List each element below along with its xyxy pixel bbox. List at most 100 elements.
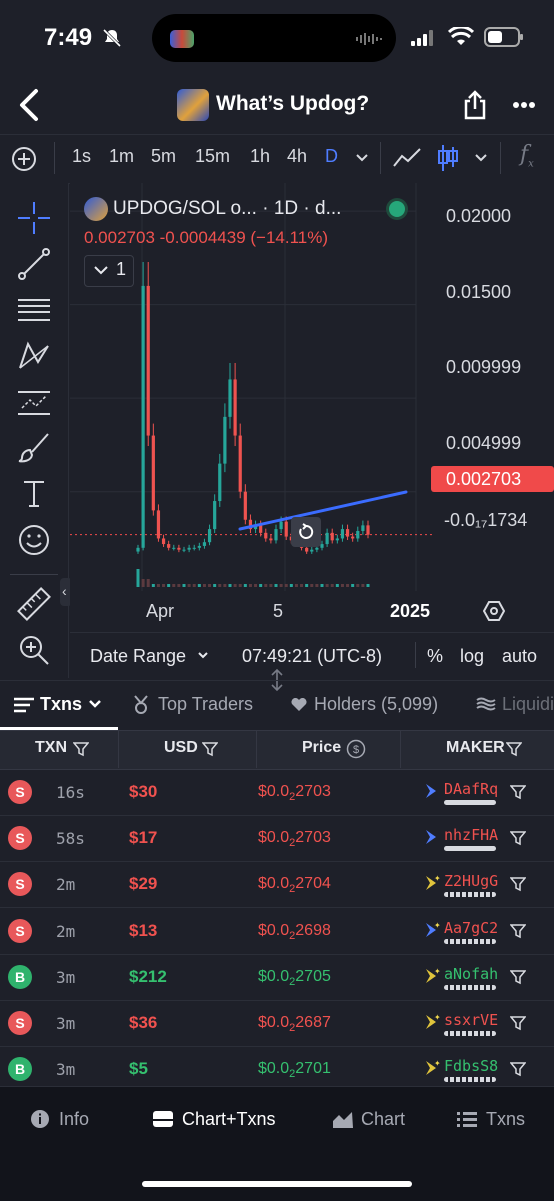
indicators-fx-icon[interactable]: fx: [520, 142, 534, 169]
back-chevron-icon[interactable]: [14, 88, 44, 122]
filter-icon[interactable]: [202, 741, 218, 757]
maker-address[interactable]: Aa7gC2: [444, 919, 498, 937]
nav-chart-txns[interactable]: Chart+Txns: [182, 1109, 276, 1130]
maker-address[interactable]: ssxrVE: [444, 1011, 498, 1029]
chevron-down-icon[interactable]: [355, 153, 369, 163]
timeframe-4h[interactable]: 4h: [287, 146, 307, 167]
crosshair-icon[interactable]: [16, 200, 52, 236]
volume-bar: [182, 584, 186, 587]
percent-toggle[interactable]: %: [427, 646, 443, 667]
candles-icon[interactable]: [437, 143, 459, 173]
volume-bar: [305, 584, 309, 587]
pattern-icon[interactable]: [16, 338, 52, 374]
volume-bar: [202, 584, 206, 587]
col-header-price: Price: [302, 739, 342, 756]
timeframe-5m[interactable]: 5m: [151, 146, 176, 167]
status-clock: 7:49: [44, 24, 93, 51]
currency-toggle-icon[interactable]: $: [346, 739, 366, 759]
chart-clock[interactable]: 07:49:21 (UTC-8): [242, 646, 382, 667]
candle: [213, 501, 217, 530]
filter-icon[interactable]: [510, 876, 526, 892]
symbol-title[interactable]: UPDOG/SOL o... · 1D · d...: [113, 198, 341, 220]
maker-address[interactable]: aNofah: [444, 965, 498, 983]
zoom-in-icon[interactable]: [16, 632, 52, 668]
volume-bar: [279, 584, 283, 587]
trend-line-icon[interactable]: [16, 246, 52, 282]
volume-bar: [228, 584, 232, 587]
candle: [223, 416, 227, 464]
tab-liquidity[interactable]: Liquidity: [502, 694, 554, 715]
price-chart[interactable]: [70, 183, 554, 632]
maker-wallet-icon: [426, 784, 436, 798]
timeframe-1h[interactable]: 1h: [250, 146, 270, 167]
maker-address[interactable]: Z2HUgG: [444, 872, 498, 890]
ruler-icon[interactable]: [16, 586, 52, 622]
page-title: What’s Updog?: [216, 92, 370, 115]
share-icon[interactable]: [462, 90, 488, 120]
brush-icon[interactable]: [16, 430, 52, 466]
maker-address[interactable]: DAafRq: [444, 780, 498, 798]
txn-type-badge: S: [8, 780, 32, 804]
token-avatar: [177, 89, 209, 121]
line-chart-icon[interactable]: [393, 146, 421, 170]
filter-icon[interactable]: [510, 1015, 526, 1031]
filter-icon[interactable]: [510, 969, 526, 985]
timeframe-1m[interactable]: 1m: [109, 146, 134, 167]
candle: [330, 532, 334, 541]
date-range-button[interactable]: Date Range: [90, 646, 186, 667]
tab-top-traders[interactable]: Top Traders: [158, 694, 253, 715]
add-icon[interactable]: [11, 146, 37, 172]
home-indicator: [142, 1181, 412, 1187]
text-tool-icon[interactable]: [16, 476, 52, 512]
log-toggle[interactable]: log: [460, 646, 484, 667]
volume-bar: [361, 584, 365, 587]
indicators-toggle[interactable]: [84, 255, 134, 287]
nav-info[interactable]: Info: [59, 1109, 89, 1130]
candle: [320, 544, 324, 548]
txn-price: $0.022703: [258, 783, 331, 804]
candle: [141, 285, 145, 548]
maker-wallet-icon: ✦: [426, 1013, 440, 1029]
maker-address[interactable]: FdbsS8: [444, 1057, 498, 1075]
candle: [182, 549, 186, 551]
timeframe-1s[interactable]: 1s: [72, 146, 91, 167]
volume-bar: [213, 584, 217, 587]
candle: [264, 532, 268, 539]
candle: [177, 547, 181, 550]
x-tick: Apr: [146, 601, 175, 621]
filter-icon[interactable]: [510, 1061, 526, 1077]
filter-icon[interactable]: [73, 741, 89, 757]
filter-icon[interactable]: [510, 830, 526, 846]
maker-holdings-bar: [444, 846, 496, 852]
volume-bar: [325, 584, 329, 587]
more-icon[interactable]: [512, 100, 536, 110]
live-status-dot: [389, 201, 405, 217]
timeframe-d[interactable]: D: [325, 146, 338, 167]
svg-text:✦: ✦: [434, 921, 440, 930]
nav-chart[interactable]: Chart: [361, 1109, 405, 1130]
txn-price: $0.022703: [258, 829, 331, 850]
filter-icon[interactable]: [510, 784, 526, 800]
chevron-down-icon[interactable]: [474, 153, 488, 163]
fib-lines-icon[interactable]: [16, 292, 52, 328]
txn-price: $0.022687: [258, 1014, 331, 1035]
prediction-icon[interactable]: [16, 384, 52, 420]
divider: [500, 142, 501, 174]
auto-toggle[interactable]: auto: [502, 646, 537, 667]
tab-txns[interactable]: Txns: [40, 694, 82, 715]
divider: [256, 731, 257, 768]
nav-txns[interactable]: Txns: [486, 1109, 525, 1130]
volume-bar: [248, 584, 252, 587]
emoji-icon[interactable]: [16, 522, 52, 558]
y-tick: -0.0₁₇1734: [444, 510, 528, 530]
filter-icon[interactable]: [510, 923, 526, 939]
maker-address[interactable]: nhzFHA: [444, 826, 498, 844]
chevron-down-icon: [198, 652, 208, 659]
timeframe-15m[interactable]: 15m: [195, 146, 230, 167]
tab-holders[interactable]: Holders (5,099): [314, 694, 438, 715]
chart-settings-icon[interactable]: [483, 600, 505, 622]
candle: [284, 521, 288, 537]
col-header-maker: MAKER: [446, 739, 505, 756]
filter-icon[interactable]: [506, 741, 522, 757]
volume-bar: [243, 584, 247, 587]
